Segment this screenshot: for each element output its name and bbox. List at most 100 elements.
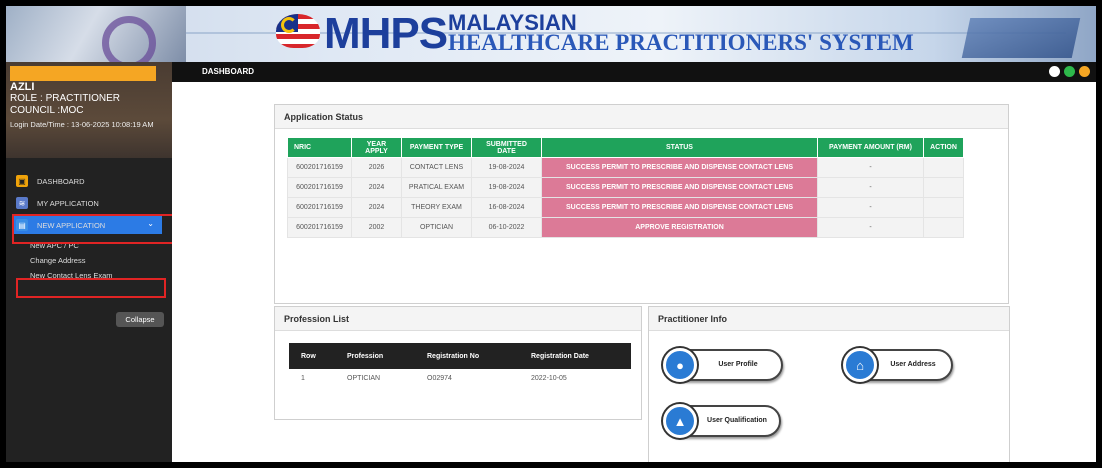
table-row: 600201716159 2026 CONTACT LENS 19-08-202… [287, 157, 964, 178]
button-label: User Qualification [707, 417, 767, 424]
column-header: YEAR APPLY [351, 137, 402, 158]
cell-registration-no: O02974 [427, 374, 452, 382]
sidebar-submenu: New APC / PC Change Address New Contact … [6, 238, 172, 283]
table-row: 600201716159 2024 PRATICAL EXAM 19-08-20… [287, 177, 964, 198]
cell-payment-amount: - [817, 197, 924, 218]
cell-action [923, 197, 964, 218]
cell-nric: 600201716159 [287, 177, 352, 198]
cell-nric: 600201716159 [287, 157, 352, 178]
cell-year: 2024 [351, 177, 402, 198]
user-icon: ● [663, 348, 697, 382]
stethoscope-icon [102, 16, 156, 62]
app-frame: MHPS MALAYSIAN HEALTHCARE PRACTITIONERS'… [6, 6, 1096, 462]
sidebar: AZLI ROLE : PRACTITIONER COUNCIL :MOC Lo… [6, 62, 176, 462]
home-icon: ⌂ [843, 348, 877, 382]
profession-list-table: Row Profession Registration No Registrat… [289, 343, 631, 387]
cell-submitted-date: 19-08-2024 [471, 157, 542, 178]
cell-year: 2026 [351, 157, 402, 178]
globe-icon[interactable] [1049, 66, 1060, 77]
cell-status: SUCCESS PERMIT TO PRESCRIBE AND DISPENSE… [541, 177, 818, 198]
login-datetime: Login Date/Time : 13-06-2025 10:08:19 AM [10, 120, 154, 129]
panel-title: Application Status [275, 105, 1008, 129]
column-header: Registration Date [519, 343, 631, 369]
panel-title: Practitioner Info [649, 307, 1009, 331]
redacted-name-bar [10, 66, 156, 81]
user-profile-button[interactable]: ● User Profile [663, 348, 783, 382]
user-role: ROLE : PRACTITIONER [10, 93, 121, 104]
cell-nric: 600201716159 [287, 197, 352, 218]
table-header-row: Row Profession Registration No Registrat… [289, 343, 631, 369]
banner-laptop-image [961, 18, 1081, 58]
cell-payment-amount: - [817, 177, 924, 198]
cell-year: 2002 [351, 217, 402, 238]
sidebar-item-my-application[interactable]: ≋ MY APPLICATION [6, 194, 172, 212]
cell-payment-type: CONTACT LENS [401, 157, 472, 178]
practitioner-info-panel: Practitioner Info ● User Profile ⌂ User … [648, 306, 1010, 462]
application-status-panel: Application Status NRIC YEAR APPLY PAYME… [274, 104, 1009, 304]
cell-status: SUCCESS PERMIT TO PRESCRIBE AND DISPENSE… [541, 197, 818, 218]
user-address-button[interactable]: ⌂ User Address [843, 348, 953, 382]
collapse-button[interactable]: Collapse [116, 312, 164, 327]
cell-submitted-date: 19-08-2024 [471, 177, 542, 198]
refresh-icon[interactable] [1064, 66, 1075, 77]
cell-submitted-date: 06-10-2022 [471, 217, 542, 238]
cell-action [923, 177, 964, 198]
user-qualification-button[interactable]: ▲ User Qualification [663, 404, 781, 438]
sidebar-item-label: MY APPLICATION [37, 198, 99, 208]
page-title: DASHBOARD [202, 67, 254, 76]
highlight-box-new-application [12, 214, 176, 244]
column-header: STATUS [541, 137, 818, 158]
top-bar: DASHBOARD [172, 62, 1096, 82]
banner-title-line2: HEALTHCARE PRACTITIONERS' SYSTEM [448, 30, 914, 55]
cell-status: SUCCESS PERMIT TO PRESCRIBE AND DISPENSE… [541, 157, 818, 178]
table-row: 600201716159 2024 THEORY EXAM 16-08-2024… [287, 197, 964, 218]
cell-action [923, 217, 964, 238]
highlight-box-contact-lens-exam [16, 278, 166, 298]
cell-payment-amount: - [817, 217, 924, 238]
user-council: COUNCIL :MOC [10, 105, 84, 116]
table-header-row: NRIC YEAR APPLY PAYMENT TYPE SUBMITTED D… [287, 137, 964, 158]
column-header: Profession [335, 343, 415, 369]
column-header: Row [289, 343, 335, 369]
stack-icon: ≋ [16, 197, 28, 209]
column-header: NRIC [287, 137, 352, 158]
column-header: SUBMITTED DATE [471, 137, 542, 158]
column-header: Registration No [415, 343, 519, 369]
logout-icon[interactable] [1079, 66, 1090, 77]
cell-action [923, 157, 964, 178]
profession-list-panel: Profession List Row Profession Registrat… [274, 306, 642, 420]
column-header: PAYMENT TYPE [401, 137, 472, 158]
column-header: PAYMENT AMOUNT (RM) [817, 137, 924, 158]
header-banner: MHPS MALAYSIAN HEALTHCARE PRACTITIONERS'… [6, 6, 1096, 62]
cell-payment-type: THEORY EXAM [401, 197, 472, 218]
cell-year: 2024 [351, 197, 402, 218]
cell-submitted-date: 16-08-2024 [471, 197, 542, 218]
cell-payment-type: PRATICAL EXAM [401, 177, 472, 198]
logo-text: MHPS [324, 9, 448, 58]
main-content: Application Status NRIC YEAR APPLY PAYME… [172, 82, 1096, 462]
button-label: User Address [890, 361, 936, 368]
user-name: AZLI [10, 81, 35, 93]
table-row: 600201716159 2002 OPTICIAN 06-10-2022 AP… [287, 217, 964, 238]
malaysia-flag-icon [276, 14, 320, 48]
cell-profession: OPTICIAN [347, 374, 381, 382]
application-status-table: NRIC YEAR APPLY PAYMENT TYPE SUBMITTED D… [287, 137, 964, 238]
sidebar-item-label: DASHBOARD [37, 176, 85, 186]
cell-status: APPROVE REGISTRATION [541, 217, 818, 238]
cell-payment-type: OPTICIAN [401, 217, 472, 238]
table-row: 1 OPTICIAN O02974 2022-10-05 [289, 369, 631, 387]
banner-doctor-image [6, 6, 186, 62]
graduation-cap-icon: ▲ [663, 404, 697, 438]
cell-row: 1 [301, 374, 305, 382]
column-header: ACTION [923, 137, 964, 158]
top-bar-actions [1049, 66, 1090, 77]
button-label: User Profile [718, 361, 758, 368]
cell-nric: 600201716159 [287, 217, 352, 238]
dashboard-icon: ▣ [16, 175, 28, 187]
user-profile-block: AZLI ROLE : PRACTITIONER COUNCIL :MOC Lo… [6, 62, 172, 158]
cell-payment-amount: - [817, 157, 924, 178]
cell-registration-date: 2022-10-05 [531, 374, 567, 382]
panel-title: Profession List [275, 307, 641, 331]
sidebar-item-dashboard[interactable]: ▣ DASHBOARD [6, 172, 172, 190]
submenu-change-address[interactable]: Change Address [30, 253, 172, 268]
